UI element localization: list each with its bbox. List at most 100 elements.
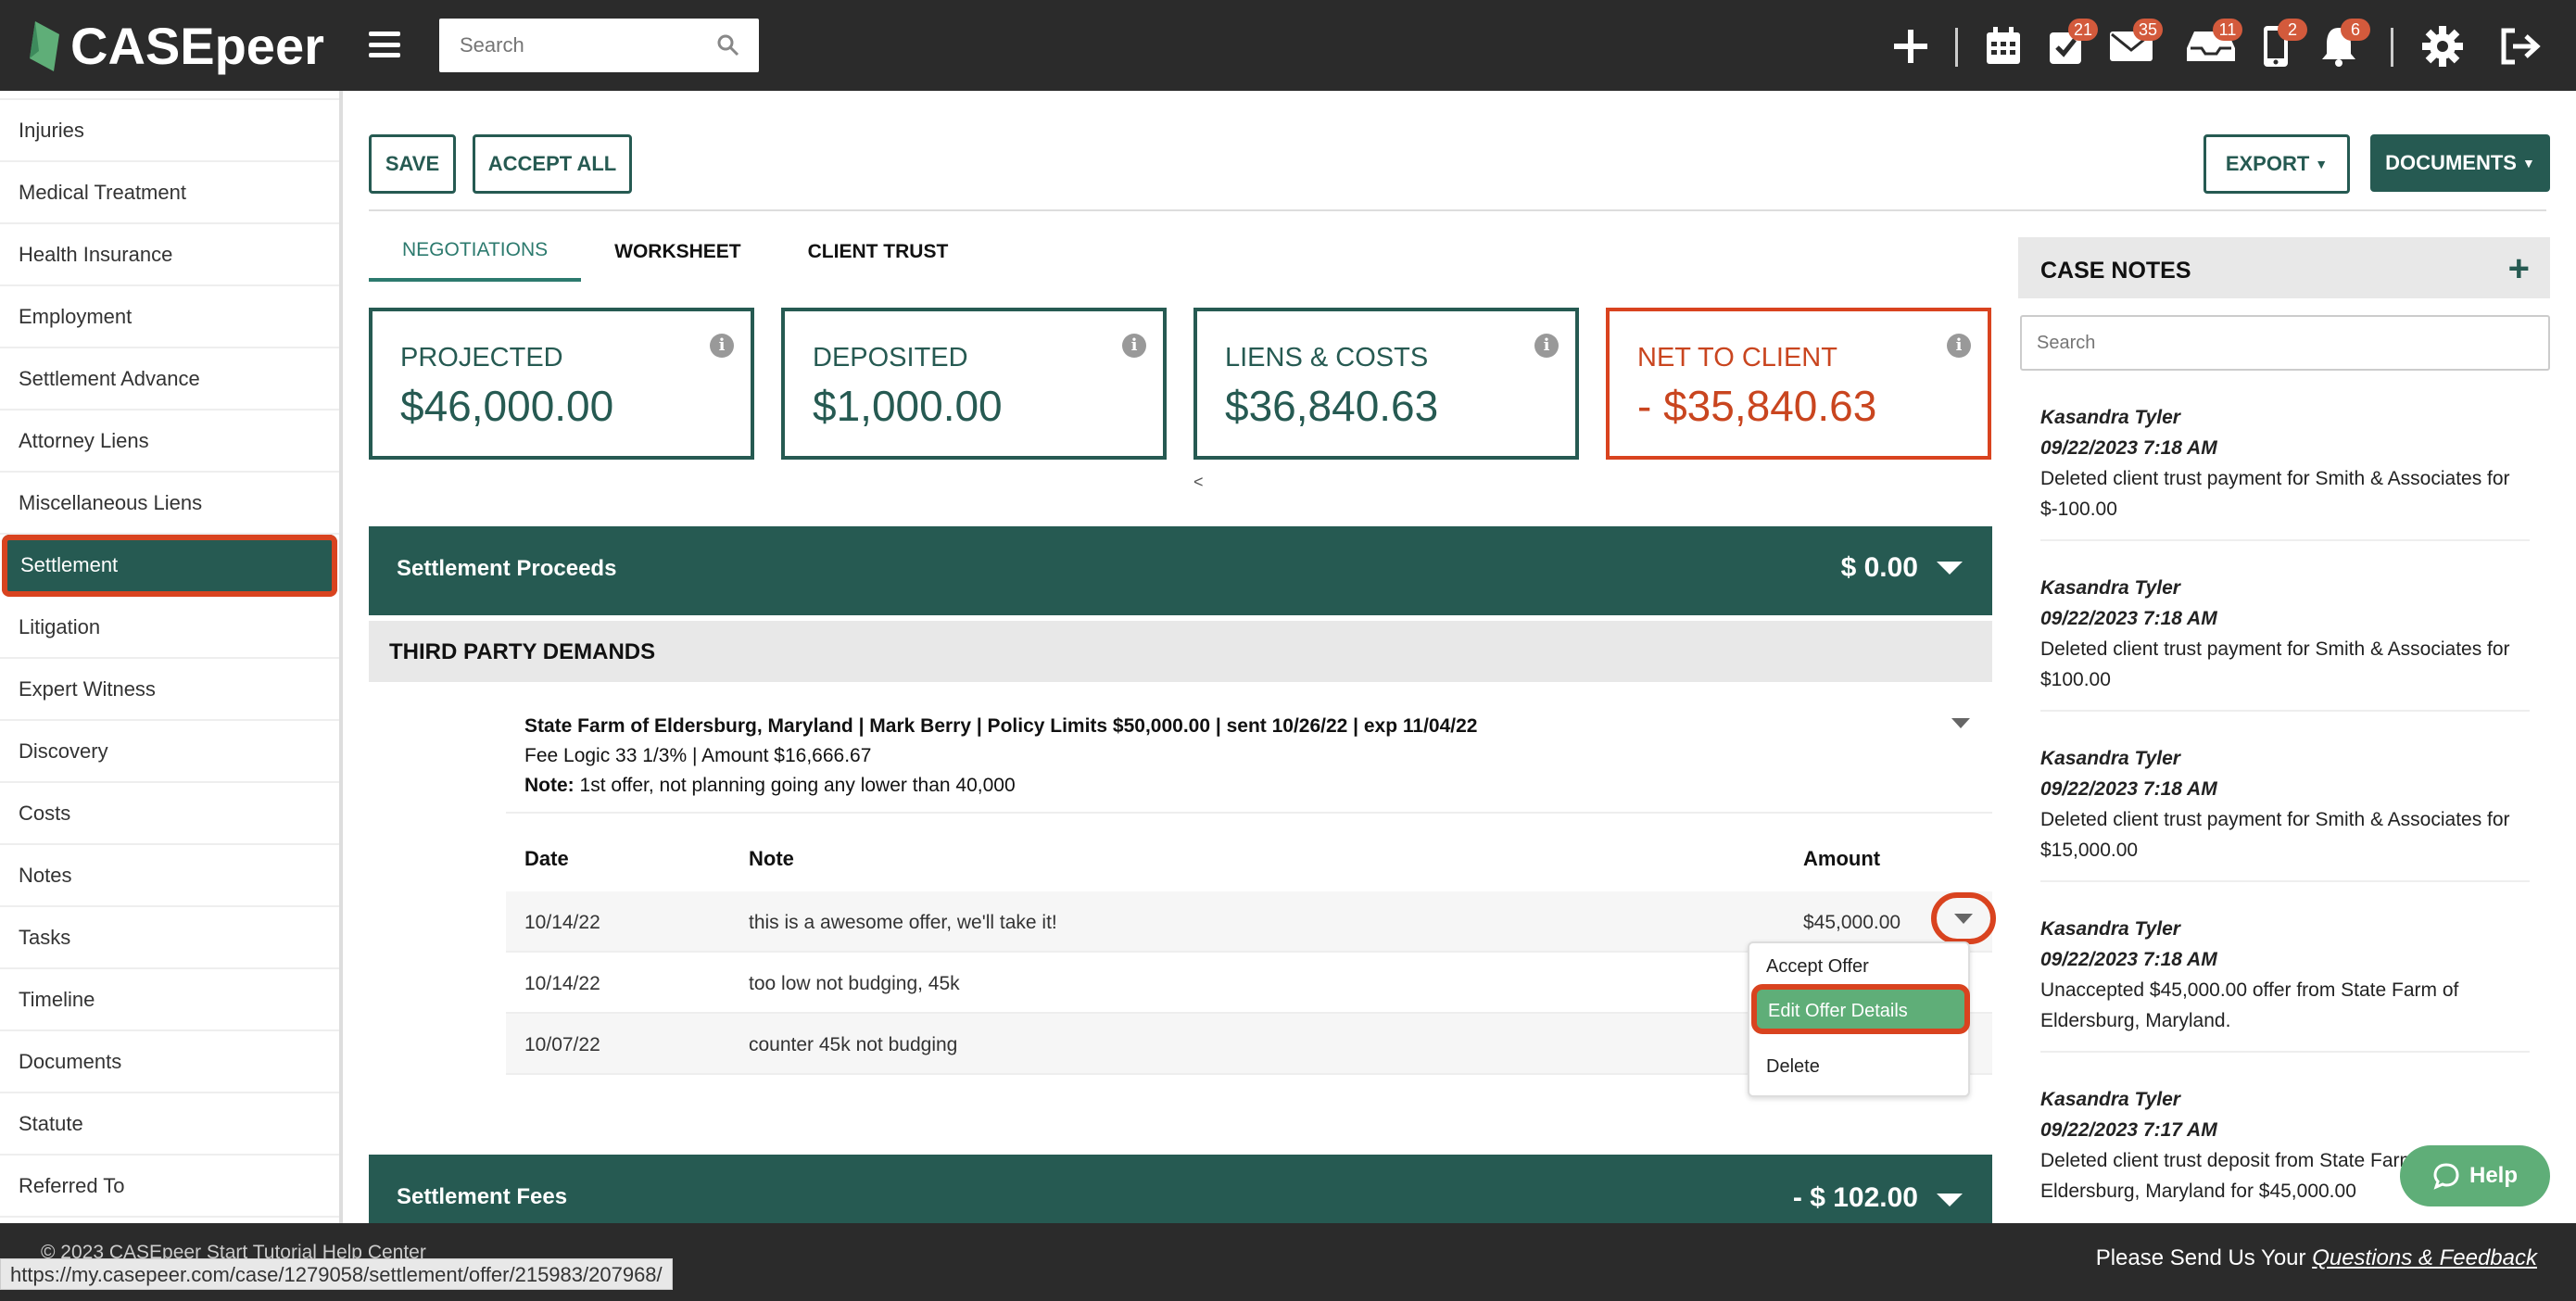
save-button[interactable]: SAVE xyxy=(369,134,456,194)
note-author: Kasandra Tyler xyxy=(2040,577,2180,599)
sidebar-item-injuries[interactable]: Injuries xyxy=(0,100,339,162)
demand-summary: State Farm of Eldersburg, Maryland | Mar… xyxy=(524,712,1970,801)
chevron-down-icon: ▼ xyxy=(2315,157,2329,171)
info-icon[interactable]: i xyxy=(1534,334,1559,358)
sidebar-item-settlement[interactable]: Settlement xyxy=(2,535,337,597)
mail-icon[interactable]: 35 xyxy=(2105,19,2163,72)
bell-icon[interactable]: 6 xyxy=(2313,19,2370,72)
card-value: $36,840.63 xyxy=(1225,382,1439,430)
note-author: Kasandra Tyler xyxy=(2040,918,2180,940)
sidebar-item-employment[interactable]: Employment xyxy=(0,286,339,348)
tab-negotiations[interactable]: NEGOTIATIONS xyxy=(369,222,582,282)
help-button[interactable]: Help xyxy=(2400,1145,2550,1206)
deposited-card: DEPOSITED $1,000.00 i xyxy=(781,308,1167,460)
sidebar-item-tasks[interactable]: Tasks xyxy=(0,907,339,969)
inbox-icon[interactable]: 11 xyxy=(2185,19,2242,72)
note-author: Kasandra Tyler xyxy=(2040,407,2180,428)
tab-client-trust[interactable]: CLIENT TRUST xyxy=(775,222,982,282)
sidebar-item-expert-witness[interactable]: Expert Witness xyxy=(0,659,339,721)
info-icon[interactable]: i xyxy=(710,334,734,358)
settlement-proceeds-bar[interactable]: Settlement Proceeds $ 0.00 xyxy=(369,526,1992,615)
sidebar-item-litigation[interactable]: Litigation xyxy=(0,597,339,659)
tab-worksheet[interactable]: WORKSHEET xyxy=(581,222,775,282)
chevron-down-icon xyxy=(1954,913,1973,924)
menu-toggle-icon[interactable] xyxy=(369,32,400,57)
section-title: Settlement Proceeds xyxy=(397,556,617,581)
chevron-down-icon[interactable] xyxy=(1937,1194,1963,1206)
sidebar-item-notes[interactable]: Notes xyxy=(0,845,339,907)
phone-icon[interactable]: 2 xyxy=(2250,19,2307,72)
sidebar-item-health-insurance[interactable]: Health Insurance xyxy=(0,224,339,286)
sidebar-item-costs[interactable]: Costs xyxy=(0,783,339,845)
info-icon[interactable]: i xyxy=(1947,334,1971,358)
feedback-link[interactable]: Questions & Feedback xyxy=(2312,1245,2537,1270)
mail-badge: 35 xyxy=(2132,19,2163,41)
offer-actions-toggle[interactable] xyxy=(1931,892,1996,944)
row-date: 10/14/22 xyxy=(524,912,600,933)
note-text: Deleted client trust payment for Smith &… xyxy=(2040,468,2510,520)
note-text: Unaccepted $45,000.00 offer from State F… xyxy=(2040,979,2459,1031)
case-notes-title: CASE NOTES xyxy=(2040,258,2191,284)
global-search-input[interactable] xyxy=(439,19,759,72)
search-icon[interactable] xyxy=(716,33,740,57)
chevron-down-icon[interactable] xyxy=(1951,718,1970,728)
gear-icon[interactable] xyxy=(2417,20,2469,72)
info-icon[interactable]: i xyxy=(1122,334,1146,358)
note-author: Kasandra Tyler xyxy=(2040,1089,2180,1110)
row-note: too low not budging, 45k xyxy=(749,973,960,994)
column-header-date: Date xyxy=(524,847,569,870)
plus-icon[interactable] xyxy=(1885,20,1937,72)
note-label: Note: xyxy=(524,775,575,796)
sidebar-item-medical-treatment[interactable]: Medical Treatment xyxy=(0,162,339,224)
sidebar-item-statute[interactable]: Statute xyxy=(0,1093,339,1156)
settlement-tabs: NEGOTIATIONS WORKSHEET CLIENT TRUST xyxy=(369,222,981,282)
inbox-badge: 11 xyxy=(2213,19,2242,41)
accept-all-button[interactable]: ACCEPT ALL xyxy=(473,134,632,194)
logo-text: CASEpeer xyxy=(70,16,324,75)
section-title: THIRD PARTY DEMANDS xyxy=(389,639,656,664)
feedback-prefix: Please Send Us Your xyxy=(2095,1245,2313,1270)
column-header-note: Note xyxy=(749,847,794,870)
scroll-left-hint[interactable]: < xyxy=(1193,473,1204,492)
demand-note: Note: 1st offer, not planning going any … xyxy=(524,771,1970,801)
card-label: DEPOSITED xyxy=(813,343,968,373)
export-button[interactable]: EXPORT ▼ xyxy=(2203,134,2350,194)
documents-button[interactable]: DOCUMENTS ▼ xyxy=(2370,134,2550,192)
case-note: Kasandra Tyler 09/22/2023 7:18 AM Unacce… xyxy=(2040,914,2530,1053)
liens-costs-card: LIENS & COSTS $36,840.63 i xyxy=(1193,308,1579,460)
menu-item-accept-offer[interactable]: Accept Offer xyxy=(1766,956,1869,978)
logout-icon[interactable] xyxy=(2494,20,2546,72)
case-note: Kasandra Tyler 09/22/2023 7:18 AM Delete… xyxy=(2040,402,2530,541)
card-value: $46,000.00 xyxy=(400,382,614,430)
third-party-demands-header: THIRD PARTY DEMANDS xyxy=(369,621,1992,682)
sidebar-item-documents[interactable]: Documents xyxy=(0,1031,339,1093)
add-note-icon[interactable]: + xyxy=(2508,248,2530,290)
sidebar-item-discovery[interactable]: Discovery xyxy=(0,721,339,783)
settlement-fees-bar[interactable]: Settlement Fees - $ 102.00 xyxy=(369,1155,1992,1223)
net-to-client-card: NET TO CLIENT - $35,840.63 i xyxy=(1606,308,1991,460)
sidebar-item-miscellaneous-liens[interactable]: Miscellaneous Liens xyxy=(0,473,339,535)
sidebar-item-settlement-advance[interactable]: Settlement Advance xyxy=(0,348,339,411)
casepeer-logo[interactable]: CASEpeer xyxy=(26,13,324,78)
section-amount: - $ 102.00 xyxy=(1792,1182,1918,1213)
note-text: 1st offer, not planning going any lower … xyxy=(579,775,1016,796)
case-notes-search xyxy=(2020,315,2550,371)
row-date: 10/07/22 xyxy=(524,1034,600,1055)
menu-item-delete[interactable]: Delete xyxy=(1766,1056,1820,1078)
divider xyxy=(369,209,2546,211)
phone-badge: 2 xyxy=(2278,19,2307,41)
menu-item-edit-offer-details[interactable]: Edit Offer Details xyxy=(1751,984,1970,1034)
sidebar-item-referred-to[interactable]: Referred To xyxy=(0,1156,339,1218)
chevron-down-icon[interactable] xyxy=(1937,562,1963,575)
section-amount: $ 0.00 xyxy=(1840,552,1918,583)
bell-badge: 6 xyxy=(2341,19,2370,41)
calendar-icon[interactable] xyxy=(1977,20,2029,72)
divider xyxy=(506,812,1992,814)
case-notes-search-input[interactable] xyxy=(2022,317,2548,369)
card-label: LIENS & COSTS xyxy=(1225,343,1429,373)
tasks-icon[interactable]: 21 xyxy=(2040,19,2098,72)
sidebar-item-recordings[interactable] xyxy=(0,91,339,100)
top-navbar: CASEpeer 21 35 11 2 6 xyxy=(0,0,2576,91)
sidebar-item-timeline[interactable]: Timeline xyxy=(0,969,339,1031)
sidebar-item-attorney-liens[interactable]: Attorney Liens xyxy=(0,411,339,473)
